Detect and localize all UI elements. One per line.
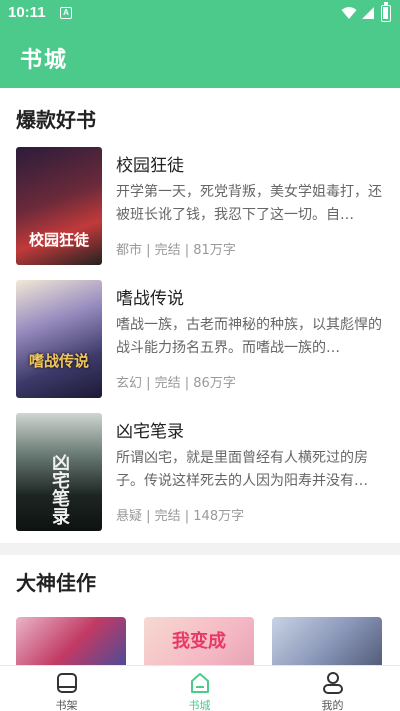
content-area[interactable]: 爆款好书 校园狂徒 校园狂徒 开学第一天，死党背叛，美女学姐毒打，还被班长讹了钱… [0, 88, 400, 665]
book-item[interactable]: 校园狂徒 校园狂徒 开学第一天，死党背叛，美女学姐毒打，还被班长讹了钱，我忍下了… [0, 147, 400, 267]
book-cover-card[interactable] [272, 617, 382, 665]
book-item[interactable]: 嗜战传说 嗜战传说 嗜战一族，古老而神秘的种族，以其彪悍的战斗能力扬名五界。而嗜… [0, 280, 400, 400]
book-item[interactable]: 凶宅笔录 凶宅笔录 所谓凶宅，就是里面曾经有人横死过的房子。传说这样死去的人因为… [0, 413, 400, 533]
nav-label: 我的 [321, 699, 344, 711]
section-master-works: 大神佳作 我变成 [0, 555, 400, 665]
nav-item-profile[interactable]: 我的 [266, 666, 399, 711]
book-cover-card[interactable]: 我变成 [144, 617, 254, 665]
book-description: 所谓凶宅，就是里面曾经有人横死过的房子。传说这样死去的人因为阳寿并没有… [116, 450, 368, 489]
section-title: 大神佳作 [16, 571, 96, 595]
book-cover[interactable]: 凶宅笔录 [16, 413, 102, 531]
status-bar: 10:11 A [0, 0, 400, 28]
notification-icon: A [60, 7, 72, 19]
nav-label: 书城 [188, 699, 211, 711]
status-time: 10:11 [8, 4, 46, 21]
book-meta: 玄幻 | 完结 | 86万字 [116, 376, 236, 391]
battery-icon [381, 2, 391, 22]
nav-item-bookshelf[interactable]: 书架 [0, 666, 133, 711]
book-meta: 悬疑 | 完结 | 148万字 [116, 509, 245, 524]
bookshelf-icon [57, 673, 77, 693]
book-title[interactable]: 凶宅笔录 [116, 417, 184, 442]
cover-title: 凶宅笔录 [49, 453, 70, 525]
bottom-nav: 书架 书城 我的 [0, 665, 400, 711]
cover-title: 嗜战传说 [28, 352, 89, 370]
signal-icon [362, 7, 374, 19]
cover-title: 我变成 [172, 631, 226, 652]
book-title[interactable]: 嗜战传说 [116, 284, 184, 309]
book-cover[interactable]: 嗜战传说 [16, 280, 102, 398]
nav-item-bookstore[interactable]: 书城 [133, 666, 266, 711]
book-title[interactable]: 校园狂徒 [116, 151, 184, 176]
book-cover-card[interactable] [16, 617, 126, 665]
book-cover[interactable]: 校园狂徒 [16, 147, 102, 265]
section-title: 爆款好书 [16, 108, 96, 132]
nav-label: 书架 [55, 699, 78, 711]
app-bar: 书城 [0, 28, 400, 88]
wifi-icon [341, 7, 357, 19]
book-meta: 都市 | 完结 | 81万字 [116, 243, 236, 258]
page-title: 书城 [20, 48, 69, 73]
profile-icon [323, 672, 343, 694]
book-description: 嗜战一族，古老而神秘的种族，以其彪悍的战斗能力扬名五界。而嗜战一族的… [116, 317, 382, 356]
bookstore-icon [191, 673, 209, 693]
book-description: 开学第一天，死党背叛，美女学姐毒打，还被班长讹了钱，我忍下了这一切。自… [116, 184, 382, 223]
cover-title: 校园狂徒 [28, 231, 89, 249]
section-hot-books: 爆款好书 校园狂徒 校园狂徒 开学第一天，死党背叛，美女学姐毒打，还被班长讹了钱… [0, 88, 400, 543]
